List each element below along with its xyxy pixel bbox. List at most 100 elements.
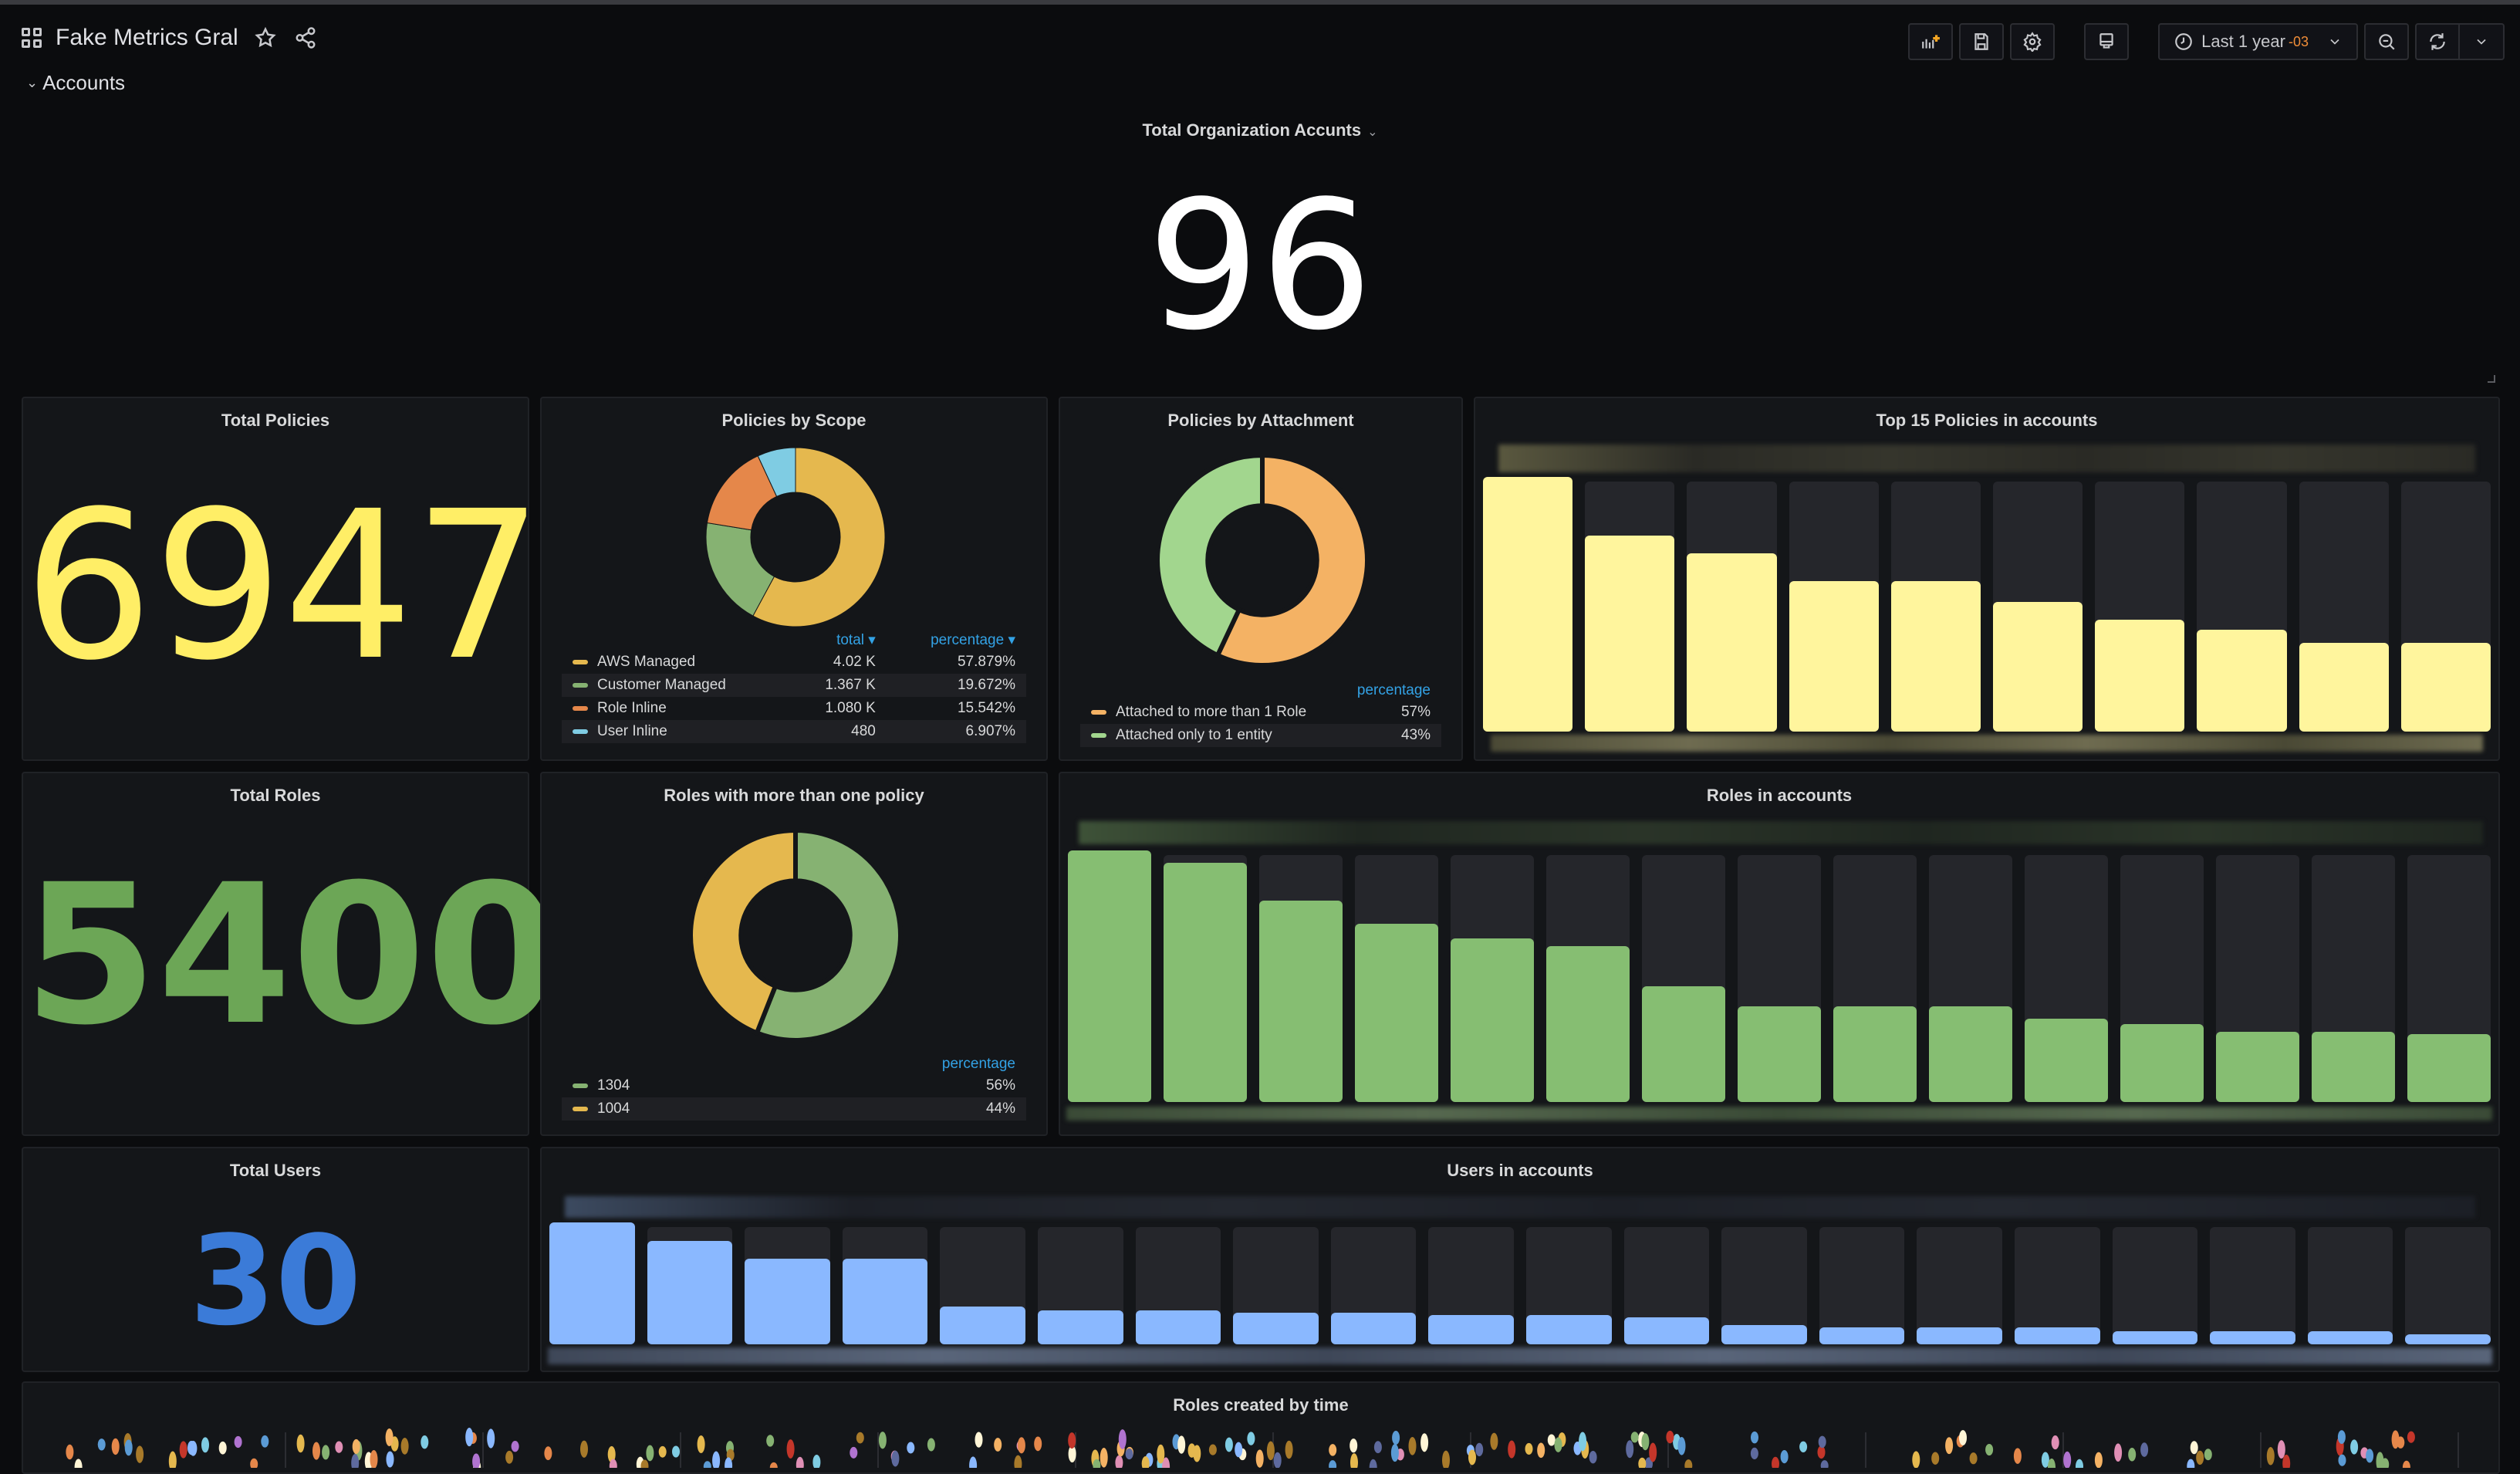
bar-gauge-item[interactable] <box>2014 1222 2100 1344</box>
tv-mode-button[interactable] <box>2084 23 2130 60</box>
legend-swatch <box>573 659 588 664</box>
bar-gauge-item[interactable] <box>1451 850 1534 1102</box>
refresh-button[interactable] <box>2415 23 2460 60</box>
legend-row[interactable]: Customer Managed 1.367 K 19.672% <box>562 674 1026 697</box>
bar-gauge-item[interactable] <box>1819 1222 1905 1344</box>
panel-title[interactable]: Roles in accounts <box>1060 786 2498 806</box>
bar-gauge-top15-policies <box>1477 477 2497 732</box>
bar-gauge-item[interactable] <box>1738 850 1821 1102</box>
bar-gauge-item[interactable] <box>2112 1222 2198 1344</box>
bar-gauge-item[interactable] <box>1623 1222 1710 1344</box>
data-point <box>2196 1450 2204 1466</box>
bar-gauge-item[interactable] <box>2025 850 2108 1102</box>
legend-header-percentage[interactable]: percentage ▾ <box>887 630 1026 651</box>
time-range-picker[interactable]: Last 1 year -03 <box>2158 23 2358 60</box>
panel-title[interactable]: Policies by Scope <box>542 411 1046 431</box>
bar-gauge-item[interactable] <box>1525 1222 1612 1344</box>
save-dashboard-button[interactable] <box>1959 23 2005 60</box>
data-point <box>850 1446 858 1459</box>
bar-gauge-item[interactable] <box>2210 1222 2295 1344</box>
data-point <box>1959 1430 1967 1445</box>
panel-title[interactable]: Total Policies <box>23 411 528 431</box>
bar-gauge-item[interactable] <box>1585 477 1675 732</box>
bar-gauge-item[interactable] <box>2216 850 2299 1102</box>
panel-title[interactable]: Total Roles <box>23 786 528 806</box>
data-point <box>296 1434 305 1453</box>
zoom-out-button[interactable] <box>2364 23 2409 60</box>
panel-title[interactable]: Total Organization Accunts ⌄ <box>22 120 2498 140</box>
bar-gauge-item[interactable] <box>2307 1222 2393 1344</box>
resize-handle[interactable] <box>2488 375 2495 383</box>
bar-gauge-item[interactable] <box>1789 477 1879 732</box>
bar-gauge-item[interactable] <box>1721 1222 1807 1344</box>
data-point <box>136 1445 144 1463</box>
stat-value: 6947 <box>23 468 544 705</box>
legend-header-total[interactable]: total ▾ <box>792 630 887 651</box>
bar-gauge-item[interactable] <box>1546 850 1630 1102</box>
data-point <box>505 1450 514 1464</box>
bar-gauge-item[interactable] <box>2400 477 2491 732</box>
bar-gauge-item[interactable] <box>842 1222 928 1344</box>
legend-row[interactable]: Role Inline 1.080 K 15.542% <box>562 697 1026 720</box>
bar-gauge-item[interactable] <box>2312 850 2395 1102</box>
data-point <box>1392 1431 1400 1445</box>
bar-gauge-item[interactable] <box>1135 1222 1221 1344</box>
data-point <box>1818 1435 1826 1449</box>
panel-title[interactable]: Total Users <box>23 1161 528 1181</box>
bar-gauge-item[interactable] <box>2299 477 2389 732</box>
data-point <box>646 1445 654 1462</box>
panel-title[interactable]: Roles created by time <box>23 1395 2498 1415</box>
bar-gauge-item[interactable] <box>1355 850 1438 1102</box>
legend-row[interactable]: Attached only to 1 entity 43% <box>1080 724 1441 747</box>
bar-gauge-item[interactable] <box>2407 850 2491 1102</box>
refresh-interval-dropdown[interactable] <box>2460 23 2505 60</box>
legend-row[interactable]: User Inline 480 6.907% <box>562 720 1026 743</box>
panel-title[interactable]: Top 15 Policies in accounts <box>1475 411 2498 431</box>
bar-gauge-item[interactable] <box>1929 850 2012 1102</box>
bar-gauge-item[interactable] <box>1917 1222 2002 1344</box>
bar-gauge-item[interactable] <box>940 1222 1025 1344</box>
bar-gauge-item[interactable] <box>2120 850 2204 1102</box>
bar-gauge-item[interactable] <box>1642 850 1725 1102</box>
legend-row[interactable]: AWS Managed 4.02 K 57.879% <box>562 651 1026 674</box>
dashboard-title[interactable]: Fake Metrics Gral <box>56 25 238 51</box>
legend-row[interactable]: Attached to more than 1 Role 57% <box>1080 701 1441 724</box>
bar-gauge-item[interactable] <box>1428 1222 1514 1344</box>
bar-gauge-item[interactable] <box>549 1222 635 1344</box>
legend-row[interactable]: 1304 56% <box>562 1074 1026 1097</box>
bar-gauge-item[interactable] <box>2095 477 2185 732</box>
row-title: Accounts <box>42 71 126 94</box>
bar-gauge-item[interactable] <box>1259 850 1343 1102</box>
bar-gauge-item[interactable] <box>1037 1222 1123 1344</box>
bar-gauge-item[interactable] <box>2405 1222 2491 1344</box>
share-button[interactable] <box>292 25 319 51</box>
bar-gauge-item[interactable] <box>745 1222 830 1344</box>
bar-gauge-item[interactable] <box>1890 477 1981 732</box>
bar-gauge-item[interactable] <box>1233 1222 1319 1344</box>
row-accounts[interactable]: ⌄ Accounts <box>26 71 125 95</box>
bar-gauge-item[interactable] <box>1687 477 1777 732</box>
data-point <box>124 1439 133 1456</box>
add-panel-button[interactable] <box>1908 23 1954 60</box>
legend-header-percentage[interactable]: percentage <box>772 1054 1026 1074</box>
panel-title[interactable]: Roles with more than one policy <box>542 786 1046 806</box>
star-button[interactable] <box>252 25 279 51</box>
legend-header-percentage[interactable]: percentage <box>1338 681 1441 701</box>
bar-gauge-item[interactable] <box>647 1222 733 1344</box>
stat-value: 5400 <box>23 843 560 1067</box>
bar-gauge-item[interactable] <box>1833 850 1917 1102</box>
bar-gauge-item[interactable] <box>2197 477 2287 732</box>
panel-title[interactable]: Users in accounts <box>542 1161 2498 1181</box>
bar-gauge-item[interactable] <box>1330 1222 1417 1344</box>
panel-policies-by-scope: Policies by Scope total ▾ percentage ▾ A… <box>540 397 1048 761</box>
bar-gauge-item[interactable] <box>1993 477 2083 732</box>
panel-title[interactable]: Policies by Attachment <box>1060 411 1461 431</box>
bar-fill <box>2210 1330 2295 1344</box>
bar-gauge-item[interactable] <box>1483 477 1573 732</box>
dashboard-settings-button[interactable] <box>2010 23 2056 60</box>
legend-row[interactable]: 1004 44% <box>562 1097 1026 1121</box>
bar-gauge-item[interactable] <box>1164 850 1247 1102</box>
bar-gauge-item[interactable] <box>1068 850 1151 1102</box>
data-point <box>2051 1435 2059 1450</box>
data-point <box>2402 1460 2410 1468</box>
